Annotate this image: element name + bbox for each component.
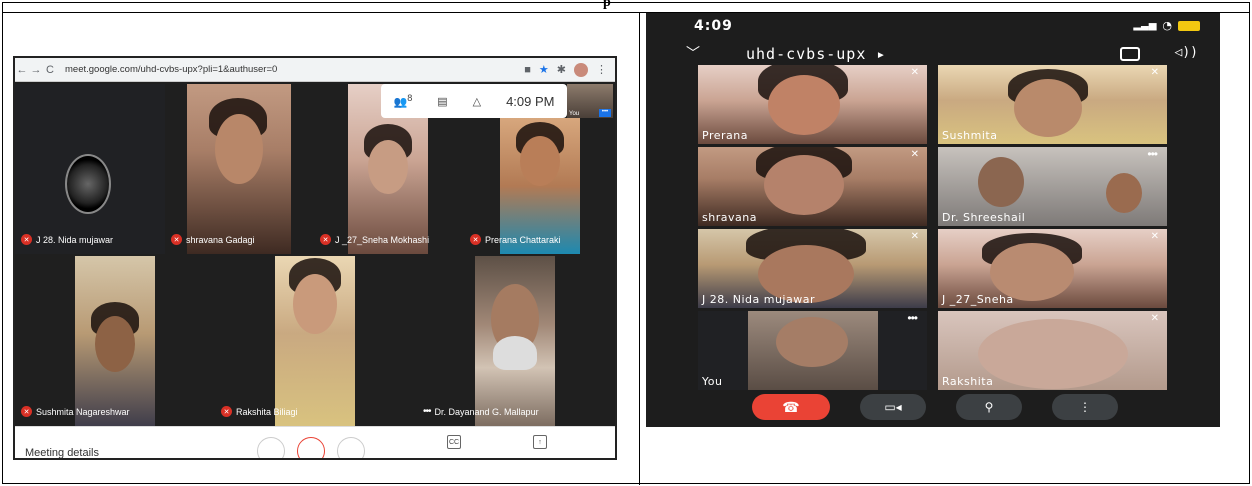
meeting-code[interactable]: uhd-cvbs-upx ▸ — [746, 45, 886, 63]
mic-icon[interactable]: ⚲ — [956, 394, 1022, 420]
avatar-logo — [65, 154, 111, 214]
participant-name-label: shravana — [702, 211, 757, 224]
participant-tile — [75, 256, 155, 428]
mic-off-icon: ✕ — [221, 406, 232, 417]
mic-off-icon: ✕ — [1150, 231, 1159, 242]
participant-name-label: Sushmita — [942, 129, 998, 142]
participant-tile — [475, 256, 555, 428]
phone-meet-screenshot: 4:09 ▂▃▅ ◔ ﹀ uhd-cvbs-upx ▸ ◁)) ✕ Preran… — [646, 13, 1220, 427]
self-view-tile: ••• You — [698, 311, 927, 390]
switch-camera-icon[interactable] — [1120, 47, 1140, 61]
mic-off-icon: ✕ — [1150, 67, 1159, 78]
participant-name-label: ✕ Rakshita Biliagi — [221, 406, 298, 417]
participant-name-label: ✕ J _27_Sneha Mokhashi — [320, 234, 429, 245]
status-bar: 4:09 ▂▃▅ ◔ — [646, 13, 1220, 39]
people-icon[interactable]: 👥8 — [393, 93, 412, 109]
battery-icon — [1178, 20, 1200, 31]
participant-name-label: Rakshita — [942, 375, 994, 388]
participant-name-label: J _27_Sneha — [942, 293, 1014, 306]
mic-off-icon: ✕ — [21, 406, 32, 417]
mic-off-icon: ✕ — [1150, 313, 1159, 324]
captions-icon[interactable]: CC — [447, 435, 461, 449]
participant-tile — [15, 84, 165, 254]
meeting-clock: 4:09 PM — [506, 93, 555, 109]
call-controls: ☎ ▭◂ ⚲ ⋮ — [646, 389, 1220, 427]
participant-name-label: ••• Dr. Dayanand G. Mallapur — [423, 406, 539, 417]
meet-bottom-bar: Meeting details CC ↑ — [15, 426, 615, 458]
participant-name-label: ✕ J 28. Nida mujawar — [21, 234, 113, 245]
extension-icon[interactable]: ✱ — [557, 63, 566, 76]
participant-tile: ✕ Prerana — [698, 65, 927, 144]
profile-avatar[interactable] — [574, 62, 588, 77]
desktop-meet-screenshot: ← → C meet.google.com/uhd-cvbs-upx?pli=1… — [13, 56, 617, 460]
mic-off-icon: ✕ — [910, 67, 919, 78]
participant-name-label: ✕ Prerana Chattaraki — [470, 234, 561, 245]
reload-icon[interactable]: C — [43, 64, 57, 76]
browser-toolbar: ← → C meet.google.com/uhd-cvbs-upx?pli=1… — [15, 58, 615, 82]
caption-fragment: p — [603, 0, 611, 10]
participant-tile: ✕ J _27_Sneha — [938, 229, 1167, 308]
participant-tile: ✕ J 28. Nida mujawar — [698, 229, 927, 308]
more-icon[interactable]: ••• — [1147, 147, 1158, 161]
status-time: 4:09 — [694, 18, 733, 34]
participant-name-label: You — [702, 375, 723, 388]
mic-button[interactable] — [257, 437, 285, 458]
bookmark-star-icon[interactable]: ★ — [539, 63, 549, 76]
participant-name-label: Dr. Shreeshail — [942, 211, 1026, 224]
back-icon[interactable]: ← — [15, 64, 29, 76]
end-call-button[interactable] — [297, 437, 325, 458]
self-view-tile[interactable]: You ••• — [567, 84, 613, 118]
camera-indicator-icon[interactable]: ■ — [524, 64, 531, 76]
participant-tile: ✕ Sushmita — [938, 65, 1167, 144]
chevron-down-icon[interactable]: ﹀ — [686, 43, 700, 63]
camera-button[interactable] — [337, 437, 365, 458]
forward-icon[interactable]: → — [29, 64, 43, 76]
address-bar[interactable]: meet.google.com/uhd-cvbs-upx?pli=1&authu… — [65, 64, 277, 75]
signal-icon: ▂▃▅ — [1133, 20, 1157, 31]
more-icon[interactable]: ••• — [907, 311, 918, 325]
participant-name-label: J 28. Nida mujawar — [702, 293, 815, 306]
camera-icon[interactable]: ▭◂ — [860, 394, 926, 420]
participant-tile — [187, 84, 291, 254]
more-icon[interactable]: ••• — [599, 109, 611, 117]
mic-off-icon: ✕ — [470, 234, 481, 245]
more-icon[interactable]: ⋮ — [1052, 394, 1118, 420]
participant-name-label: ✕ shravana Gadagi — [171, 234, 255, 245]
participant-tile: ••• Dr. Shreeshail — [938, 147, 1167, 226]
participant-tile — [275, 256, 355, 428]
speaker-icon[interactable]: ◁)) — [1175, 45, 1198, 60]
participant-tile: ✕ shravana — [698, 147, 927, 226]
end-call-icon[interactable]: ☎ — [752, 394, 830, 420]
participant-tile: ✕ Rakshita — [938, 311, 1167, 390]
mic-off-icon: ✕ — [320, 234, 331, 245]
participant-name-label: ✕ Sushmita Nagareshwar — [21, 406, 130, 417]
wifi-icon: ◔ — [1162, 19, 1172, 32]
mic-off-icon: ✕ — [171, 234, 182, 245]
mic-off-icon: ✕ — [910, 149, 919, 160]
kebab-menu-icon[interactable]: ⋮ — [596, 63, 607, 76]
mic-off-icon: ✕ — [910, 231, 919, 242]
participant-name-label: Prerana — [702, 129, 748, 142]
present-icon[interactable]: ↑ — [533, 435, 547, 449]
chat-icon[interactable]: ▤ — [437, 95, 447, 108]
self-view-label: You — [569, 111, 580, 117]
speaking-dots-icon: ••• — [423, 406, 431, 417]
mic-off-icon: ✕ — [21, 234, 32, 245]
top-table-row — [3, 3, 1249, 13]
meeting-title-row: ﹀ uhd-cvbs-upx ▸ ◁)) — [646, 43, 1220, 67]
meet-top-bar: 👥8 ▤ △ 4:09 PM — [381, 84, 567, 118]
table-divider — [639, 13, 640, 485]
activities-icon[interactable]: △ — [473, 95, 481, 108]
meeting-details-button[interactable]: Meeting details — [25, 447, 99, 458]
